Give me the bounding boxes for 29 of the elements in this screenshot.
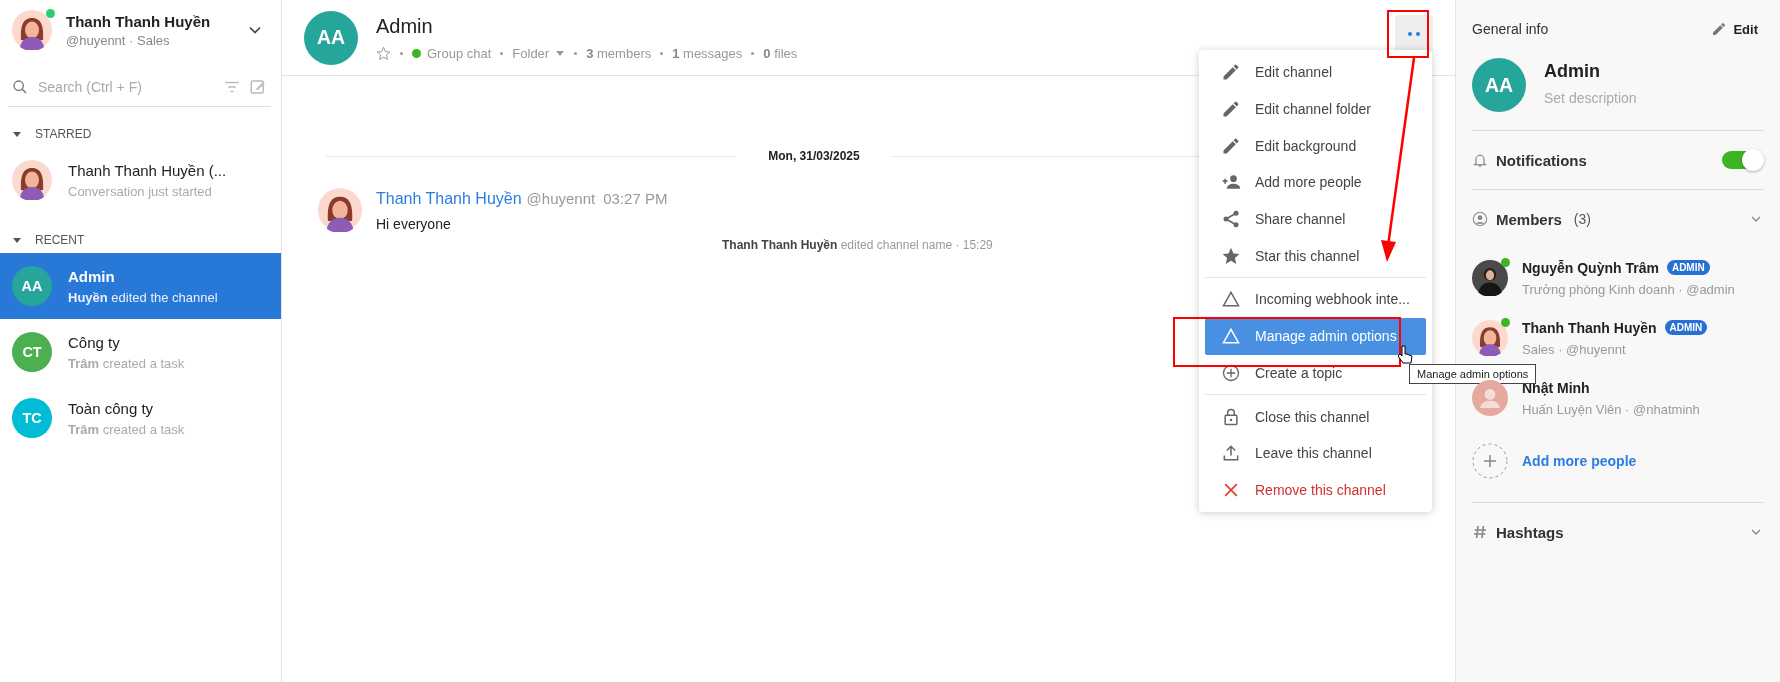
message-time: 03:27 PM — [603, 190, 668, 207]
message-text: Hi everyone — [376, 216, 452, 232]
avatar: AA — [304, 10, 358, 65]
channel-name: Admin — [1544, 61, 1601, 82]
system-message: Thanh Thanh Huyền edited channel name · 15:29 — [722, 238, 993, 252]
members-label: Members — [1496, 210, 1562, 228]
admin-badge: ADMIN — [1666, 260, 1710, 275]
date-divider: Mon, 31/03/2025 — [767, 149, 861, 163]
member-subtitle: Sales · @huyennt — [1522, 341, 1627, 357]
avatar: CT — [12, 332, 52, 372]
admin-badge: ADMIN — [1664, 320, 1708, 335]
message-count: 1 messages — [672, 45, 743, 61]
user-subtitle: @huyennt · Sales — [66, 32, 171, 48]
author-handle: @huyennt — [526, 190, 596, 207]
notifications-label: Notifications — [1496, 151, 1587, 169]
member-count: (3) — [1573, 211, 1591, 227]
member-subtitle: Huấn Luyện Viên · @nhatminh — [1522, 401, 1700, 417]
channel-type: Group chat — [427, 45, 492, 61]
avatar: AA — [1472, 58, 1526, 112]
hashtags-label: Hashtags — [1496, 523, 1564, 541]
channel-title: Admin — [376, 14, 434, 38]
file-count: 0 files — [763, 45, 798, 61]
user-name: Thanh Thanh Huyền — [66, 12, 212, 30]
panel-title: General info — [1472, 21, 1549, 37]
avatar: TC — [12, 398, 52, 438]
member-subtitle: Trưởng phòng Kinh doanh · @admin — [1522, 281, 1735, 297]
tooltip: Manage admin options — [1409, 364, 1537, 384]
member-count: 3 members — [586, 45, 652, 61]
avatar: AA — [12, 266, 52, 306]
